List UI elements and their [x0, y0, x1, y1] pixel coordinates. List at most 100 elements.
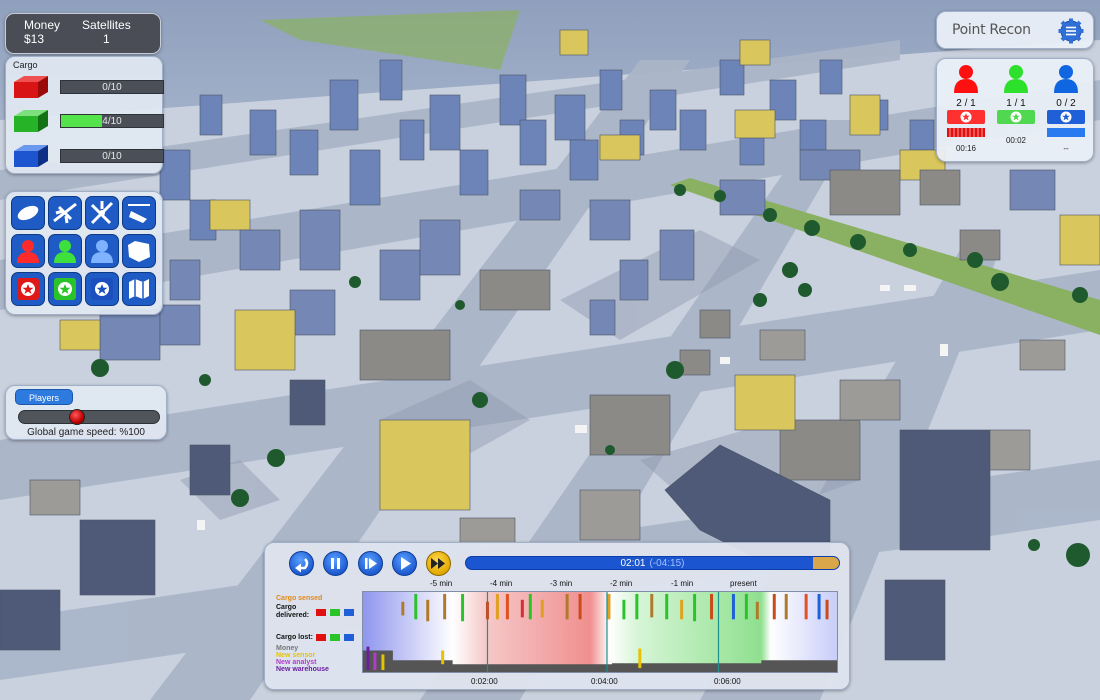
- speed-panel: Players Global game speed: %100: [5, 385, 167, 440]
- game-speed-label: Global game speed: %100: [27, 427, 145, 438]
- map-button[interactable]: [122, 272, 156, 306]
- helicopter-icon: [128, 204, 150, 223]
- tick-3min: -3 min: [550, 579, 573, 588]
- blue-base-button[interactable]: [85, 272, 119, 306]
- satellite-button[interactable]: [11, 196, 45, 230]
- playback-progress-bar[interactable]: 02:01 (-04:15): [465, 556, 840, 570]
- tick-2min: -2 min: [610, 579, 633, 588]
- legend-cargo-sensed: Cargo sensed: [276, 595, 323, 602]
- blue-base-icon: [91, 278, 113, 300]
- delivered-red-icon: [316, 609, 326, 616]
- tick-1min: -1 min: [671, 579, 694, 588]
- players-button[interactable]: Players: [15, 389, 73, 405]
- blue-player-icon: [1054, 65, 1078, 93]
- step-forward-icon: [365, 558, 377, 569]
- red-base-button[interactable]: [11, 272, 45, 306]
- red-time: 00:16: [955, 144, 977, 153]
- star-icon: [1010, 111, 1022, 123]
- drone-button[interactable]: [85, 196, 119, 230]
- lost-blue-icon: [344, 634, 354, 641]
- event-timeline-chart[interactable]: [362, 591, 838, 673]
- green-score: 1 / 1: [1006, 98, 1026, 109]
- fast-forward-button[interactable]: [426, 551, 451, 576]
- cargo-count-blue: 0/10: [102, 151, 122, 162]
- red-base-icon: [17, 278, 39, 300]
- legend-new-warehouse: New warehouse: [276, 666, 329, 673]
- map-region-button[interactable]: [122, 234, 156, 268]
- map-icon: [129, 279, 149, 299]
- red-cargo-icon: [14, 76, 48, 98]
- step-forward-button[interactable]: [358, 551, 383, 576]
- blue-flag: [1047, 110, 1085, 124]
- red-progress-strip: [947, 128, 985, 137]
- cargo-row-red: 0/10: [12, 74, 164, 100]
- team-red[interactable]: 2 / 1 00:16: [945, 63, 987, 161]
- time-0600: 0:06:00: [714, 677, 741, 686]
- satellites-value: 1: [103, 32, 110, 46]
- drone-icon: [90, 201, 114, 225]
- star-icon: [1060, 111, 1072, 123]
- tick-5min: -5 min: [430, 579, 453, 588]
- stats-panel: Money $13 Satellites 1: [5, 13, 161, 54]
- progress-time: 02:01 (-04:15): [466, 557, 839, 569]
- blue-cargo-icon: [14, 145, 48, 167]
- blue-agent-icon: [91, 240, 113, 263]
- plane-button[interactable]: [48, 196, 82, 230]
- tool-palette: [5, 191, 163, 315]
- cargo-bar-green: 4/10: [60, 114, 164, 128]
- rewind-icon: [295, 558, 309, 573]
- pause-button[interactable]: [323, 551, 348, 576]
- legend-cargo-delivered: Cargo delivered:: [276, 604, 310, 619]
- remaining-time: (-04:15): [649, 558, 685, 569]
- cargo-row-blue: 0/10: [12, 143, 164, 169]
- tick-present: present: [730, 579, 757, 588]
- rewind-button[interactable]: [289, 551, 314, 576]
- timeline-panel: 02:01 (-04:15) -5 min -4 min -3 min -2 mi…: [264, 542, 850, 690]
- delivered-green-icon: [330, 609, 340, 616]
- play-button[interactable]: [392, 551, 417, 576]
- satellites-label: Satellites: [82, 18, 131, 32]
- blue-agent-button[interactable]: [85, 234, 119, 268]
- cargo-bar-blue: 0/10: [60, 149, 164, 163]
- team-blue[interactable]: 0 / 2 --: [1045, 63, 1087, 161]
- cargo-row-green: 4/10: [12, 108, 164, 134]
- red-agent-icon: [17, 240, 39, 263]
- green-cargo-icon: [14, 110, 48, 132]
- pause-icon: [331, 558, 340, 569]
- red-score: 2 / 1: [956, 98, 976, 109]
- cargo-bar-red: 0/10: [60, 80, 164, 94]
- mode-title: Point Recon: [952, 22, 1031, 38]
- time-0400: 0:04:00: [591, 677, 618, 686]
- green-player-icon: [1004, 65, 1028, 93]
- legend-cargo-lost: Cargo lost:: [276, 634, 313, 641]
- fast-forward-icon: [431, 558, 445, 569]
- lost-red-icon: [316, 634, 326, 641]
- helicopter-button[interactable]: [122, 196, 156, 230]
- star-icon: [960, 111, 972, 123]
- settings-gear-icon[interactable]: [1058, 18, 1084, 44]
- current-time: 02:01: [620, 558, 646, 569]
- plane-icon: [53, 202, 77, 224]
- money-label: Money: [24, 18, 61, 32]
- mode-panel: Point Recon: [936, 11, 1094, 49]
- team-green[interactable]: 1 / 1 00:02: [995, 63, 1037, 161]
- green-base-button[interactable]: [48, 272, 82, 306]
- cargo-count-red: 0/10: [102, 82, 122, 93]
- game-speed-knob[interactable]: [69, 409, 86, 425]
- tick-4min: -4 min: [490, 579, 513, 588]
- money-value: $13: [24, 32, 45, 46]
- red-player-icon: [954, 65, 978, 93]
- blue-progress-strip: [1047, 128, 1085, 137]
- green-time: 00:02: [1005, 136, 1027, 145]
- green-agent-button[interactable]: [48, 234, 82, 268]
- cargo-panel: Cargo 0/10 4/10 0/10: [5, 56, 164, 174]
- red-flag: [947, 110, 985, 124]
- cargo-count-green: 4/10: [102, 116, 122, 127]
- game-speed-slider[interactable]: [18, 409, 160, 425]
- red-agent-button[interactable]: [11, 234, 45, 268]
- cargo-title: Cargo: [13, 60, 38, 70]
- time-0200: 0:02:00: [471, 677, 498, 686]
- green-base-icon: [54, 278, 76, 300]
- teams-panel: 2 / 1 00:16 1 / 1 00:02 0 / 2 --: [936, 58, 1094, 162]
- satellite-icon: [17, 205, 39, 221]
